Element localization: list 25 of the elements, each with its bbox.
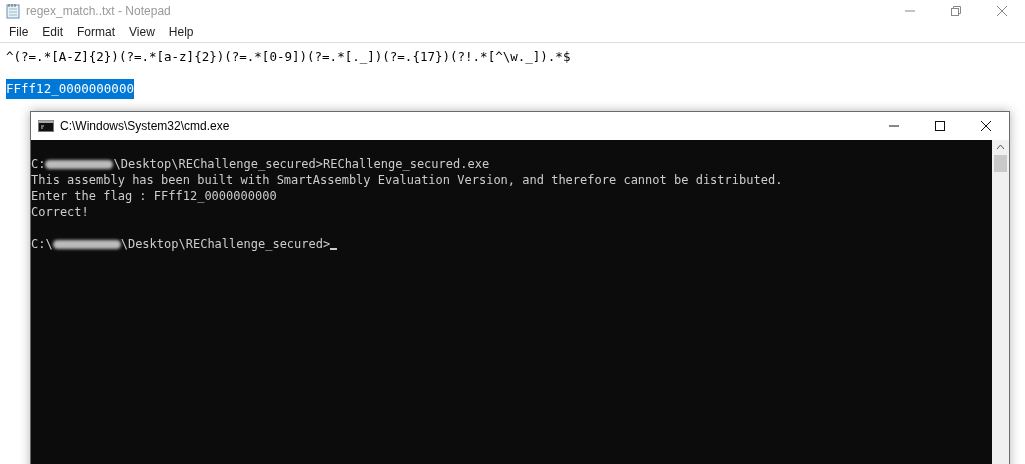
menu-item[interactable]: Format xyxy=(70,25,123,39)
console-text: \Desktop\REChallenge_secured>REChallenge_secured.exe xyxy=(113,156,490,172)
menu-item[interactable]: Help xyxy=(161,25,201,39)
console-line: This assembly has been built with SmartAssembly Evaluation Version, and therefore cannot be distributed. xyxy=(31,172,783,188)
window-title: C:\Windows\System32\cmd.exe xyxy=(60,119,230,133)
console-line: Correct! xyxy=(31,204,89,220)
console-text: \Desktop\REChallenge_secured> xyxy=(120,236,331,252)
close-icon[interactable] xyxy=(980,120,992,132)
scroll-thumb[interactable] xyxy=(994,155,1007,172)
redaction-blur xyxy=(45,159,114,169)
redaction-blur xyxy=(52,239,121,249)
console-line: Enter the flag : FFff12_0000000000 xyxy=(31,188,277,204)
console-text: C:\ xyxy=(31,236,53,252)
console-text: C: xyxy=(31,156,46,172)
terminal-icon xyxy=(38,120,54,132)
notepad-icon xyxy=(6,3,20,19)
menu-item[interactable]: Edit xyxy=(35,25,71,39)
maximize-icon[interactable] xyxy=(934,120,946,132)
scrollbar[interactable] xyxy=(992,140,1009,464)
menu-item[interactable]: View xyxy=(122,25,162,39)
text-line: ^(?=.*[A-Z]{2})(?=.*[a-z]{2})(?=.*[0-9])(?=.*[._])(?=.{17})(?!.*[^\w._]).*$ xyxy=(6,48,571,66)
window-title: regex_match..txt - Notepad xyxy=(26,4,171,18)
menu-item[interactable]: File xyxy=(2,25,36,39)
restore-icon[interactable] xyxy=(950,5,962,17)
selected-text: FFff12_0000000000 xyxy=(6,79,134,99)
